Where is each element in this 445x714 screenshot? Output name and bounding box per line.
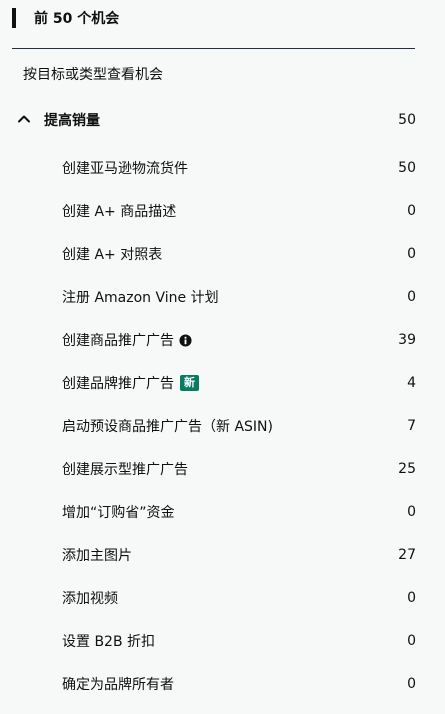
list-item: 确定为品牌所有者 0 — [0, 672, 445, 698]
filter-label: 按目标或类型查看机会 — [23, 67, 163, 83]
header-divider — [12, 48, 415, 49]
item-count: 0 — [407, 504, 416, 520]
item-label: 创建亚马逊物流货件 — [62, 161, 188, 177]
list-item: 设置 B2B 折扣 0 — [0, 629, 445, 655]
item-label: 创建品牌推广广告 — [62, 376, 174, 392]
item-label: 创建商品推广广告 — [62, 333, 174, 349]
item-count: 0 — [407, 289, 416, 305]
list-item: 注册 Amazon Vine 计划 0 — [0, 285, 445, 311]
item-label: 设置 B2B 折扣 — [62, 634, 156, 650]
list-item: 启动预设商品推广广告（新 ASIN) 7 — [0, 414, 445, 440]
item-count: 4 — [407, 375, 416, 391]
item-count: 0 — [407, 590, 416, 606]
item-label: 启动预设商品推广广告（新 ASIN) — [62, 419, 273, 435]
item-label: 创建 A+ 对照表 — [62, 247, 163, 263]
group-count: 50 — [398, 112, 416, 128]
item-link[interactable]: 增加“订购省”资金 — [62, 502, 175, 522]
item-count: 39 — [398, 332, 416, 348]
item-label: 添加主图片 — [62, 548, 132, 564]
item-link[interactable]: 创建 A+ 商品描述 — [62, 201, 176, 221]
item-link[interactable]: 确定为品牌所有者 — [62, 674, 174, 694]
item-count: 0 — [407, 633, 416, 649]
item-label: 增加“订购省”资金 — [62, 505, 175, 521]
new-badge: 新 — [180, 375, 199, 391]
item-label: 创建展示型推广广告 — [62, 462, 188, 478]
item-link[interactable]: 创建 A+ 对照表 — [62, 244, 162, 264]
item-label: 确定为品牌所有者 — [62, 677, 174, 693]
item-link[interactable]: 添加主图片 — [62, 545, 132, 565]
chevron-up-icon — [18, 115, 30, 123]
item-count: 50 — [398, 160, 416, 176]
list-item: 添加视频 0 — [0, 586, 445, 612]
item-count: 27 — [398, 547, 416, 563]
item-count: 0 — [407, 203, 416, 219]
item-link[interactable]: 设置 B2B 折扣 — [62, 631, 155, 651]
item-link[interactable]: 添加视频 — [62, 588, 118, 608]
item-link[interactable]: 创建商品推广广告 — [62, 330, 192, 350]
item-link[interactable]: 创建展示型推广广告 — [62, 459, 188, 479]
list-item: 添加主图片 27 — [0, 543, 445, 569]
item-link[interactable]: 注册 Amazon Vine 计划 — [62, 287, 219, 307]
list-item: 创建 A+ 对照表 0 — [0, 242, 445, 268]
item-label: 创建 A+ 商品描述 — [62, 204, 177, 220]
header-accent-bar — [12, 8, 16, 28]
item-label: 添加视频 — [62, 591, 118, 607]
group-toggle-increase-sales[interactable]: 提高销量 50 — [0, 108, 445, 134]
list-item: 创建展示型推广广告 25 — [0, 457, 445, 483]
item-label: 注册 Amazon Vine 计划 — [62, 290, 219, 306]
list-item: 创建商品推广广告 39 — [0, 328, 445, 354]
item-link[interactable]: 创建亚马逊物流货件 — [62, 158, 188, 178]
item-link[interactable]: 创建品牌推广广告 新 — [62, 373, 199, 393]
info-icon[interactable] — [179, 333, 192, 347]
item-count: 0 — [407, 246, 416, 262]
opportunities-panel: 前 50 个机会 按目标或类型查看机会 提高销量 50 创建亚马逊物流货件 50… — [0, 0, 445, 714]
panel-header: 前 50 个机会 — [12, 8, 119, 28]
list-item: 创建 A+ 商品描述 0 — [0, 199, 445, 225]
item-count: 25 — [398, 461, 416, 477]
group-label: 提高销量 — [44, 113, 100, 129]
list-item: 创建亚马逊物流货件 50 — [0, 156, 445, 182]
panel-title: 前 50 个机会 — [34, 11, 120, 27]
item-count: 7 — [407, 418, 416, 434]
list-item: 创建品牌推广广告 新 4 — [0, 371, 445, 397]
list-item: 增加“订购省”资金 0 — [0, 500, 445, 526]
item-link[interactable]: 启动预设商品推广广告（新 ASIN) — [62, 416, 273, 436]
item-count: 0 — [407, 676, 416, 692]
